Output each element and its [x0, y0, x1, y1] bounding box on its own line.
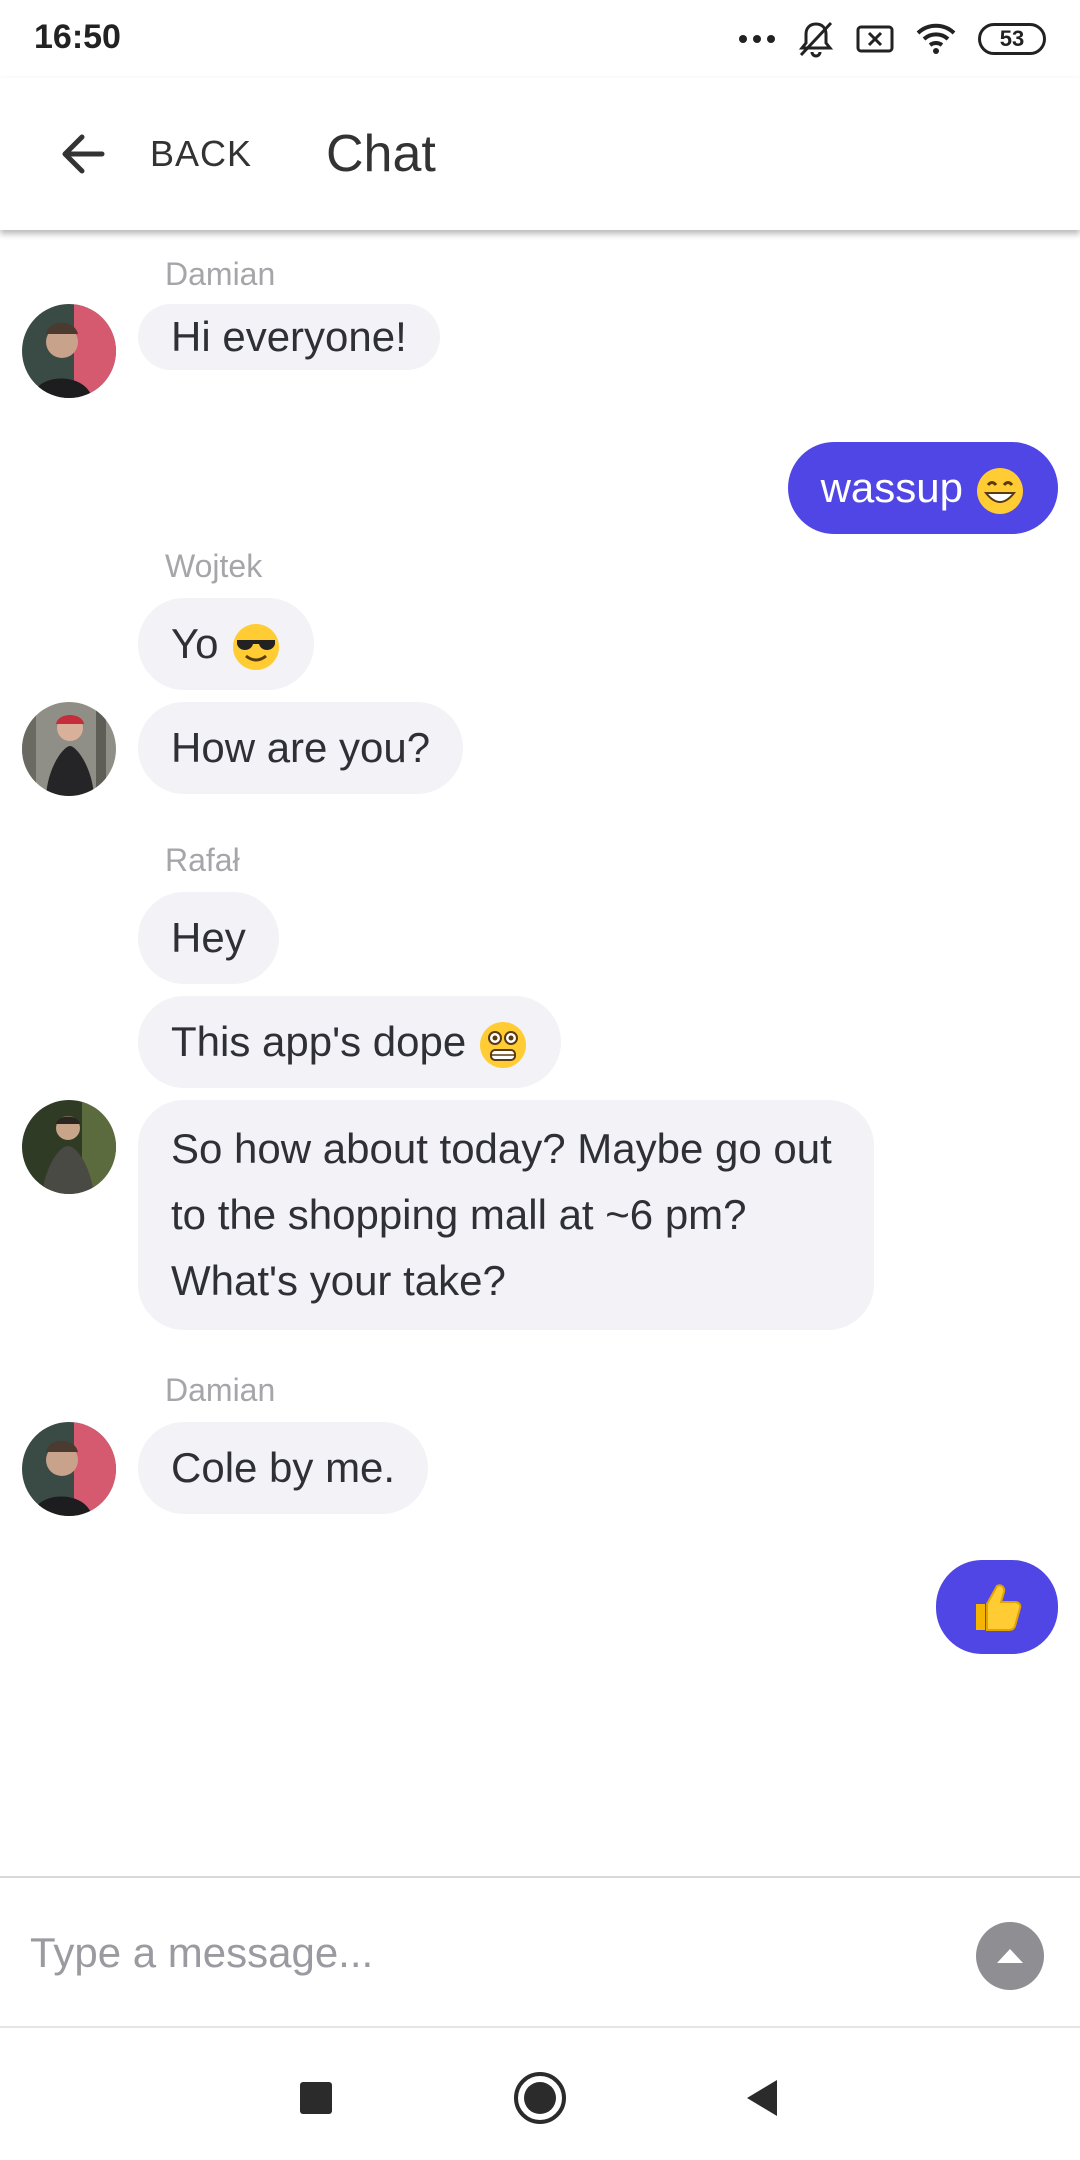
notifications-muted-icon: [798, 21, 834, 58]
thumbs-up-icon: [976, 1584, 1022, 1631]
status-bar: 16:50 53: [0, 0, 1080, 78]
arrow-back-icon: [62, 134, 105, 174]
sender-name: Wojtek: [165, 548, 263, 584]
battery-icon: 53: [978, 23, 1046, 55]
message-list[interactable]: Damian Hi everyone! wassup Wojtek Yo How…: [0, 230, 1080, 1876]
avatar-wojtek[interactable]: [22, 702, 116, 796]
wifi-icon: [916, 23, 956, 54]
grinning-face-icon: [977, 467, 1023, 514]
message-bubble[interactable]: Hi everyone!: [138, 304, 440, 370]
my-message-bubble[interactable]: [936, 1560, 1058, 1654]
more-dots-icon: [739, 35, 775, 43]
message-bubble[interactable]: Yo: [138, 598, 314, 690]
page-title: Chat: [326, 125, 436, 183]
recents-button[interactable]: [286, 2068, 346, 2128]
sunglasses-face-icon: [232, 623, 279, 670]
message-text: So how about today? Maybe go out to the …: [171, 1125, 832, 1304]
home-button[interactable]: [510, 2068, 570, 2128]
back-triangle-icon: [747, 2080, 777, 2116]
sender-name: Rafał: [165, 842, 240, 878]
avatar-rafal[interactable]: [22, 1100, 116, 1194]
message-input[interactable]: [30, 1918, 930, 1988]
send-button[interactable]: [976, 1922, 1044, 1990]
sender-name: Damian: [165, 256, 276, 292]
home-circle-icon: [514, 2072, 566, 2124]
message-text: Yo: [171, 620, 219, 667]
message-bubble[interactable]: How are you?: [138, 702, 464, 794]
send-arrow-icon: [997, 1949, 1023, 1963]
message-text: wassup: [820, 464, 963, 511]
system-nav-bar: [0, 2028, 1080, 2160]
message-bubble[interactable]: This app's dope: [138, 996, 562, 1088]
back-button[interactable]: BACK: [60, 122, 252, 186]
message-text: How are you?: [171, 724, 431, 771]
avatar-damian[interactable]: [22, 1422, 116, 1516]
sender-name: Damian: [165, 1372, 276, 1408]
status-time: 16:50: [34, 18, 121, 56]
battery-level: 53: [999, 26, 1025, 51]
flushed-grimace-face-icon: [480, 1021, 527, 1068]
avatar-damian[interactable]: [22, 304, 116, 398]
status-icons: 53: [738, 18, 1046, 60]
my-message-bubble[interactable]: wassup: [787, 442, 1058, 534]
message-composer: [0, 1876, 1080, 2028]
nav-back-button[interactable]: [732, 2068, 792, 2128]
app-bar: BACK Chat: [0, 78, 1080, 230]
message-bubble[interactable]: Hey: [138, 892, 279, 984]
back-label: BACK: [150, 133, 253, 174]
recents-square-icon: [300, 2082, 332, 2114]
message-text: Hi everyone!: [171, 313, 407, 360]
message-text: Cole by me.: [171, 1444, 396, 1491]
message-text: This app's dope: [171, 1018, 467, 1065]
message-text: Hey: [171, 914, 246, 961]
message-bubble[interactable]: So how about today? Maybe go out to the …: [138, 1100, 874, 1330]
message-bubble[interactable]: Cole by me.: [138, 1422, 429, 1514]
no-sim-icon: [856, 25, 894, 53]
